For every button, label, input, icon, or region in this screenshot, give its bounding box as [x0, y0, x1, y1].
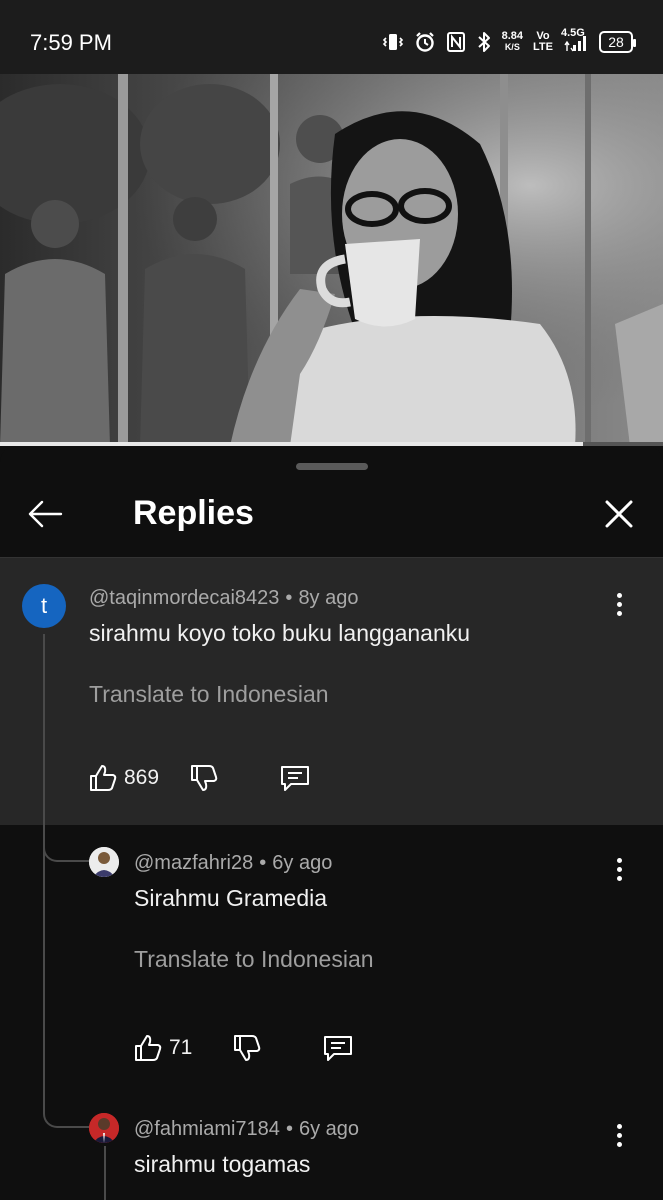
- dot: [616, 875, 622, 881]
- thread-connector: [43, 1086, 89, 1128]
- translate-link[interactable]: Translate to Indonesian: [134, 946, 374, 973]
- like-count: 869: [124, 766, 160, 789]
- vibrate-icon: [382, 31, 404, 53]
- replies-header: Replies: [0, 470, 663, 558]
- thumbs-up-icon: [135, 1035, 162, 1061]
- signal-icon: 4.5G: [561, 27, 589, 53]
- like-button[interactable]: 869: [88, 763, 159, 793]
- status-bar: 7:59 PM 8.84 K/S Vo LTE 4.5G 28: [0, 0, 663, 74]
- volte-indicator: Vo LTE: [533, 31, 553, 53]
- dislike-button[interactable]: [189, 763, 219, 793]
- thread-line: [43, 634, 45, 825]
- parent-comment: t @taqinmordecai8423 • 8y ago sirahmu koyo…: [0, 558, 663, 825]
- dot: [616, 866, 622, 872]
- page-title: Replies: [133, 494, 254, 532]
- thread-connector: [43, 825, 89, 862]
- dot: [616, 610, 622, 616]
- comment-author[interactable]: @taqinmordecai8423: [89, 587, 279, 609]
- more-options-button[interactable]: [607, 849, 631, 889]
- dot: [616, 1141, 622, 1147]
- comment-icon: [324, 1036, 353, 1061]
- translate-link[interactable]: Translate to Indonesian: [89, 681, 329, 708]
- avatar[interactable]: [89, 847, 119, 877]
- meta-separator: •: [285, 587, 293, 609]
- like-count: 71: [169, 1036, 193, 1059]
- comment-actions: 869: [88, 758, 311, 798]
- replies-sheet: Replies t @taqinmordecai8423 • 8y ago sira…: [0, 446, 663, 1200]
- net-speed-unit: K/S: [504, 42, 520, 52]
- status-time: 7:59 PM: [30, 30, 112, 55]
- dislike-button[interactable]: [232, 1033, 262, 1063]
- arrow-left-icon: [28, 500, 63, 528]
- avatar-image: [89, 1113, 119, 1143]
- like-button[interactable]: 71: [133, 1033, 192, 1063]
- volte-bottom: LTE: [533, 41, 553, 53]
- dot: [616, 601, 622, 607]
- battery-level: 28: [608, 34, 624, 50]
- dot: [616, 857, 622, 863]
- battery-icon: 28: [599, 31, 636, 53]
- reply-thread-line: [104, 1146, 106, 1200]
- meta-separator: •: [259, 852, 267, 874]
- net-speed: 8.84 K/S: [502, 31, 523, 53]
- avatar-letter: t: [40, 593, 48, 618]
- thumbs-up-icon: [90, 765, 117, 791]
- comment-time: 6y ago: [298, 1118, 360, 1140]
- close-button[interactable]: [597, 492, 641, 536]
- comment-meta: @mazfahri28 • 6y ago: [134, 852, 332, 875]
- comment-author[interactable]: @mazfahri28: [134, 852, 253, 874]
- comment-time: 6y ago: [272, 852, 333, 874]
- thumbs-down-icon: [234, 1035, 261, 1061]
- comment-text: Sirahmu Gramedia: [134, 885, 328, 911]
- reply-button[interactable]: [322, 1033, 354, 1063]
- dot: [616, 592, 622, 598]
- alarm-icon: [414, 31, 436, 53]
- avatar-image: [89, 847, 119, 877]
- comment-meta: @taqinmordecai8423 • 8y ago: [89, 587, 359, 610]
- thumbs-down-icon: [191, 765, 218, 791]
- comment-text: sirahmu togamas: [134, 1151, 311, 1177]
- comment-author[interactable]: @fahmiami7184: [134, 1118, 280, 1140]
- dot: [616, 1123, 622, 1129]
- meta-separator: •: [285, 1118, 293, 1140]
- back-button[interactable]: [22, 494, 68, 534]
- reply-button[interactable]: [279, 763, 311, 793]
- drag-handle[interactable]: [296, 463, 368, 470]
- video-frame: [0, 74, 663, 446]
- comment-meta: @fahmiami7184 • 6y ago: [134, 1118, 359, 1141]
- comment-actions: 71: [133, 1028, 354, 1068]
- dot: [616, 1132, 622, 1138]
- comment-icon: [281, 766, 310, 791]
- avatar[interactable]: t: [22, 584, 66, 628]
- network-type: 4.5G: [561, 27, 585, 39]
- comment-time: 8y ago: [298, 587, 359, 609]
- thread-line: [43, 825, 45, 1105]
- bluetooth-icon: [476, 31, 492, 53]
- close-icon: [605, 500, 633, 528]
- video-player[interactable]: [0, 74, 663, 446]
- comment-text: sirahmu koyo toko buku langgananku: [89, 620, 471, 646]
- more-options-button[interactable]: [607, 1115, 631, 1155]
- nfc-icon: [446, 31, 466, 53]
- net-speed-value: 8.84: [501, 30, 524, 42]
- status-icons: 8.84 K/S Vo LTE 4.5G 28: [382, 27, 636, 56]
- more-options-button[interactable]: [607, 584, 631, 624]
- avatar[interactable]: [89, 1113, 119, 1143]
